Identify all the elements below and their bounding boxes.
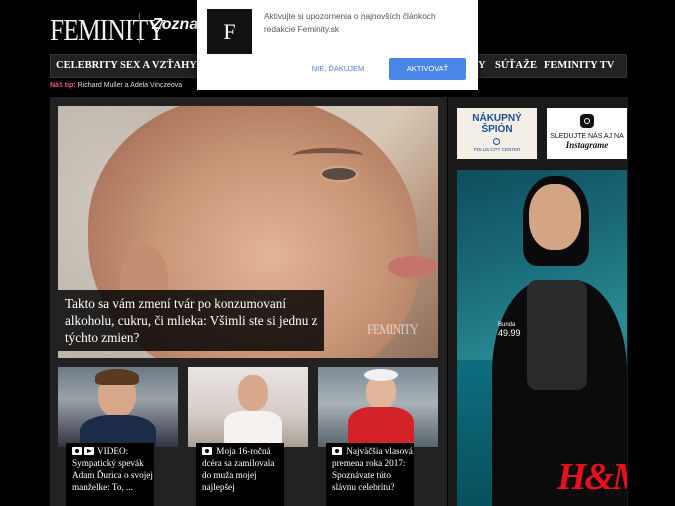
- card-text-1: Sympatický spevák Adam Ďurica o svojej m…: [72, 458, 153, 492]
- ad-face-shape: [529, 184, 581, 250]
- card-text-3: Najväčšia vlasová premena roka 2017: Spo…: [332, 446, 413, 492]
- nav-item-partial[interactable]: Y: [478, 55, 486, 77]
- camera-icon: [202, 447, 212, 455]
- instagram-brand: Instagrame: [565, 140, 609, 150]
- notification-dialog: F Aktivujte si upozornenia o najnovších …: [197, 0, 478, 90]
- polus-logo-icon: [493, 138, 500, 145]
- instagram-banner[interactable]: SLEDUJTE NÁS AJ NA Instagrame: [547, 108, 627, 159]
- tip-bar: Náš tip: Richard Muller a Adela Vinczeov…: [50, 82, 182, 89]
- spion-title: NÁKUPNÝ ŠPIÓN: [472, 113, 522, 135]
- ad-sweater-shape: [527, 280, 587, 390]
- card-caption-2[interactable]: Moja 16-ročná dcéra sa zamilovala do muž…: [196, 443, 284, 506]
- card2-dress-shape: [224, 411, 282, 447]
- camera-icon: [332, 447, 342, 455]
- card2-face-shape: [238, 375, 268, 411]
- instagram-text: SLEDUJTE NÁS AJ NA Instagrame: [547, 132, 627, 151]
- nakupny-spion-banner[interactable]: NÁKUPNÝ ŠPIÓN POLUS CITY CENTER: [457, 108, 537, 159]
- hero-title[interactable]: Takto sa vám zmení tvár po konzumovaní a…: [65, 295, 321, 346]
- card-image-2[interactable]: [188, 367, 308, 447]
- feminity-f-icon: F: [207, 9, 252, 54]
- nav-item-sutaze[interactable]: SÚŤAŽE: [495, 55, 537, 77]
- hero-eye-shape: [320, 166, 358, 182]
- card-caption-1[interactable]: VIDEO: Sympatický spevák Adam Ďurica o s…: [66, 443, 154, 506]
- hero-watermark: FEMINITY: [367, 322, 419, 338]
- card-title-3[interactable]: Najväčšia vlasová premena roka 2017: Spo…: [332, 445, 414, 493]
- nav-item-feminity-tv[interactable]: FEMINITY TV: [544, 55, 614, 77]
- ad-product-label: Bunda 49.99: [498, 322, 521, 338]
- ad-product-price: 49.99: [498, 328, 521, 338]
- hm-advertisement[interactable]: Bunda 49.99 H&M: [457, 170, 627, 506]
- card3-dress-shape: [348, 407, 414, 447]
- card3-hair-shape: [364, 369, 398, 381]
- site-logo[interactable]: FEMINITY: [50, 12, 166, 48]
- allow-button[interactable]: AKTIVOVAŤ: [389, 58, 466, 80]
- hero-lips-shape: [388, 256, 438, 278]
- instagram-icon: [580, 114, 594, 128]
- logo-divider: [139, 13, 140, 43]
- card1-hair-shape: [95, 369, 139, 385]
- nav-item-sex-a-vztahy[interactable]: SEX A VZŤAHY: [120, 55, 197, 77]
- instagram-cta: SLEDUJTE NÁS AJ NA: [550, 133, 624, 140]
- card-image-3[interactable]: [318, 367, 438, 447]
- camera-icon: [72, 447, 82, 455]
- nav-item-celebrity[interactable]: CELEBRITY: [56, 55, 118, 77]
- card-prefix-1: VIDEO:: [97, 446, 129, 456]
- play-icon: [84, 447, 94, 455]
- spion-subtitle: POLUS CITY CENTER: [473, 147, 521, 152]
- tip-link[interactable]: Richard Muller a Adela Vinczeova: [78, 82, 183, 89]
- hm-logo: H&M: [557, 456, 627, 498]
- card-title-1[interactable]: VIDEO: Sympatický spevák Adam Ďurica o s…: [72, 445, 154, 493]
- notification-message: Aktivujte si upozornenia o najnovších čl…: [264, 11, 436, 34]
- card-text-2: Moja 16-ročná dcéra sa zamilovala do muž…: [202, 446, 275, 492]
- card-caption-3[interactable]: Najväčšia vlasová premena roka 2017: Spo…: [326, 443, 414, 506]
- card-title-2[interactable]: Moja 16-ročná dcéra sa zamilovala do muž…: [202, 445, 284, 493]
- tip-label: Náš tip:: [50, 82, 76, 89]
- hero-caption[interactable]: Takto sa vám zmení tvár po konzumovaní a…: [58, 290, 324, 351]
- hero-brow-shape: [293, 148, 363, 163]
- deny-button[interactable]: NIE, ĎAKUJEM: [303, 59, 373, 79]
- card-image-1[interactable]: [58, 367, 178, 447]
